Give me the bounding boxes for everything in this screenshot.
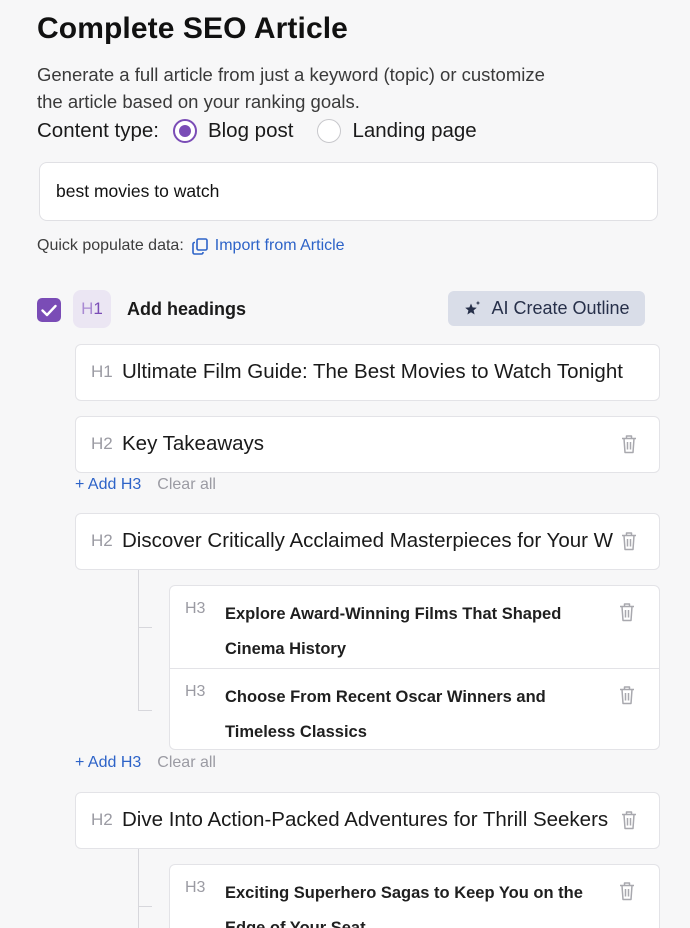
h2-heading-text[interactable]: Key Takeaways bbox=[122, 432, 613, 456]
import-link-label: Import from Article bbox=[214, 237, 345, 254]
trash-icon[interactable] bbox=[621, 434, 637, 454]
heading-level-tag: H3 bbox=[185, 879, 206, 896]
content-type-label: Content type: bbox=[37, 119, 159, 142]
keyword-input[interactable] bbox=[39, 162, 658, 221]
heading-level-tag: H2 bbox=[91, 810, 113, 829]
h2-heading-card[interactable]: H2 Key Takeaways bbox=[75, 416, 660, 473]
quick-populate-row: Quick populate data: Import from Article bbox=[37, 236, 345, 256]
heading-level-tag: H2 bbox=[91, 434, 113, 453]
headings-toggle-row: H1 Add headings AI Create Outline bbox=[37, 290, 645, 328]
h3-heading-text[interactable]: Explore Award-Winning Films That Shaped … bbox=[225, 597, 595, 667]
h3-group: H3 Explore Award-Winning Films That Shap… bbox=[169, 585, 660, 750]
heading-level-tag: H1 bbox=[91, 362, 113, 381]
radio-blog-post-label: Blog post bbox=[207, 119, 294, 142]
h2-heading-text[interactable]: Discover Critically Acclaimed Masterpiec… bbox=[122, 529, 613, 553]
h3-heading-text[interactable]: Choose From Recent Oscar Winners and Tim… bbox=[225, 680, 595, 749]
h2-heading-card[interactable]: H2 Dive Into Action-Packed Adventures fo… bbox=[75, 792, 660, 849]
ai-create-outline-button[interactable]: AI Create Outline bbox=[448, 291, 645, 326]
radio-selected-icon[interactable] bbox=[172, 119, 197, 143]
h1-heading-card[interactable]: H1 Ultimate Film Guide: The Best Movies … bbox=[75, 344, 660, 401]
trash-icon[interactable] bbox=[619, 685, 635, 705]
page-description: Generate a full article from just a keyw… bbox=[37, 64, 545, 112]
h1-chip: H1 bbox=[73, 290, 111, 328]
h3-heading-item[interactable]: H3 Exciting Superhero Sagas to Keep You … bbox=[170, 865, 659, 928]
tree-connector bbox=[138, 906, 152, 907]
radio-unselected-icon[interactable] bbox=[317, 119, 342, 143]
radio-landing-page[interactable]: Landing page bbox=[317, 119, 477, 143]
content-type-group: Content type: Blog post Landing page bbox=[37, 117, 501, 145]
radio-landing-page-label: Landing page bbox=[352, 119, 477, 142]
h3-group: H3 Exciting Superhero Sagas to Keep You … bbox=[169, 864, 660, 928]
trash-icon[interactable] bbox=[619, 881, 635, 901]
h2-heading-card[interactable]: H2 Discover Critically Acclaimed Masterp… bbox=[75, 513, 660, 570]
clear-all-button[interactable]: Clear all bbox=[157, 754, 216, 772]
ai-create-outline-label: AI Create Outline bbox=[491, 298, 630, 318]
copy-icon bbox=[191, 237, 208, 255]
h2-heading-text[interactable]: Dive Into Action-Packed Adventures for T… bbox=[122, 808, 613, 832]
h3-heading-text[interactable]: Exciting Superhero Sagas to Keep You on … bbox=[225, 876, 595, 928]
tree-connector bbox=[138, 710, 152, 711]
quick-populate-label: Quick populate data: bbox=[37, 237, 184, 254]
trash-icon[interactable] bbox=[619, 602, 635, 622]
import-from-article-link[interactable]: Import from Article bbox=[191, 237, 345, 255]
add-headings-checkbox[interactable] bbox=[37, 298, 61, 322]
add-h3-row: + Add H3 Clear all bbox=[75, 475, 216, 495]
add-h3-button[interactable]: + Add H3 bbox=[75, 754, 141, 772]
trash-icon[interactable] bbox=[621, 810, 637, 830]
heading-level-tag: H3 bbox=[185, 683, 206, 700]
add-h3-button[interactable]: + Add H3 bbox=[75, 476, 141, 494]
radio-blog-post[interactable]: Blog post bbox=[172, 119, 294, 143]
trash-icon[interactable] bbox=[621, 531, 637, 551]
add-h3-row: + Add H3 Clear all bbox=[75, 753, 216, 773]
h1-heading-text[interactable]: Ultimate Film Guide: The Best Movies to … bbox=[122, 360, 637, 384]
tree-connector bbox=[138, 849, 139, 928]
clear-all-button[interactable]: Clear all bbox=[157, 476, 216, 494]
sparkle-star-icon bbox=[465, 300, 481, 314]
h1-chip-number: 1 bbox=[93, 299, 103, 318]
h3-heading-item[interactable]: H3 Choose From Recent Oscar Winners and … bbox=[170, 668, 659, 749]
tree-connector bbox=[138, 570, 139, 710]
heading-level-tag: H2 bbox=[91, 531, 113, 550]
h3-heading-item[interactable]: H3 Explore Award-Winning Films That Shap… bbox=[170, 586, 659, 668]
checkmark-icon bbox=[41, 304, 57, 316]
heading-level-tag: H3 bbox=[185, 600, 206, 617]
tree-connector bbox=[138, 627, 152, 628]
h1-chip-prefix: H bbox=[81, 299, 94, 318]
add-headings-label: Add headings bbox=[127, 299, 247, 319]
page-title: Complete SEO Article bbox=[37, 12, 348, 45]
